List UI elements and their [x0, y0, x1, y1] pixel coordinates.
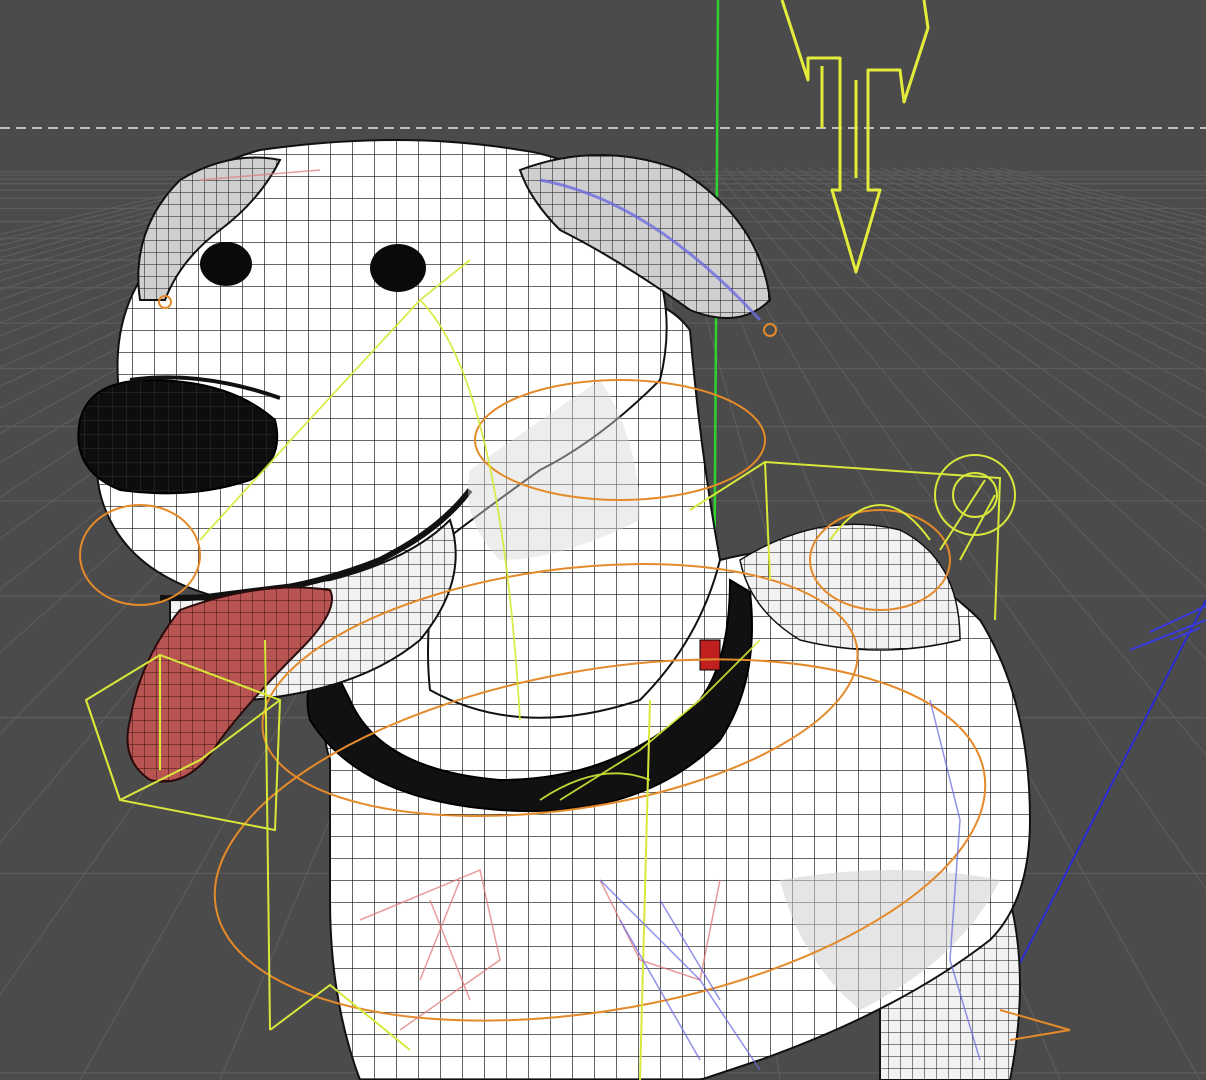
3d-viewport[interactable] — [0, 0, 1206, 1080]
dog-eye-left — [200, 242, 252, 286]
collar-tag — [699, 639, 721, 671]
viewport-canvas[interactable] — [0, 0, 1206, 1080]
dog-eye-right — [370, 244, 426, 292]
